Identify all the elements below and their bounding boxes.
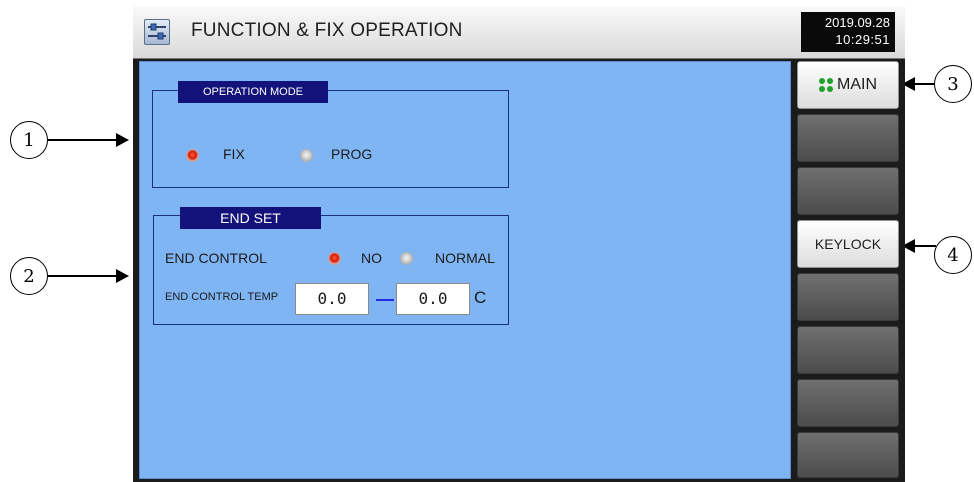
- clock-time: 10:29:51: [835, 32, 890, 47]
- end-control-no-radio[interactable]: [328, 252, 341, 265]
- clock-date: 2019.09.28: [824, 15, 890, 30]
- callout-4-label: 4: [947, 244, 959, 266]
- hmi-screen: FUNCTION & FIX OPERATION 2019.09.28 10:2…: [133, 6, 905, 482]
- callout-4: 4: [934, 236, 972, 274]
- side-button-7[interactable]: [797, 379, 899, 427]
- callout-2: 2: [10, 257, 48, 295]
- operation-mode-group: [152, 90, 509, 188]
- callout-3: 3: [934, 65, 972, 103]
- callout-3-line: [912, 83, 936, 85]
- range-dash: [376, 299, 394, 301]
- callout-2-line: [48, 275, 118, 277]
- keylock-button-label: KEYLOCK: [814, 236, 882, 252]
- callout-4-line: [912, 245, 936, 247]
- end-temp-min-field[interactable]: 0.0: [295, 283, 369, 315]
- end-control-temp-label: END CONTROL TEMP: [165, 291, 279, 303]
- main-button-label: MAIN: [837, 76, 877, 93]
- clock-display: 2019.09.28 10:29:51: [801, 12, 895, 52]
- end-control-no-label[interactable]: NO: [361, 250, 382, 266]
- end-control-normal-radio[interactable]: [400, 252, 413, 265]
- prog-label[interactable]: PROG: [331, 146, 372, 162]
- end-set-title: END SET: [180, 207, 321, 229]
- side-button-8[interactable]: [797, 432, 899, 478]
- page-title: FUNCTION & FIX OPERATION: [191, 20, 463, 41]
- callout-1-line: [48, 139, 118, 141]
- callout-1-label: 1: [23, 129, 35, 151]
- prog-radio[interactable]: [300, 149, 313, 162]
- side-button-3[interactable]: [797, 167, 899, 215]
- end-temp-max-field[interactable]: 0.0: [396, 283, 470, 315]
- end-control-normal-label[interactable]: NORMAL: [435, 250, 495, 266]
- operation-mode-title: OPERATION MODE: [178, 81, 328, 103]
- callout-1-arrow: [116, 133, 129, 147]
- callout-2-arrow: [116, 269, 129, 283]
- keylock-button[interactable]: KEYLOCK: [797, 220, 899, 268]
- end-control-label: END CONTROL: [165, 250, 267, 266]
- side-button-6[interactable]: [797, 326, 899, 374]
- callout-3-label: 3: [947, 73, 959, 95]
- grid-dots-icon: [819, 78, 833, 92]
- fix-label[interactable]: FIX: [223, 146, 245, 162]
- side-button-2[interactable]: [797, 114, 899, 162]
- fix-radio[interactable]: [186, 149, 199, 162]
- callout-1: 1: [10, 121, 48, 159]
- header-bar: FUNCTION & FIX OPERATION 2019.09.28 10:2…: [133, 6, 905, 59]
- temp-unit-label: C: [474, 288, 487, 307]
- side-button-5[interactable]: [797, 273, 899, 321]
- settings-sliders-icon: [144, 19, 170, 45]
- main-button[interactable]: MAIN: [797, 61, 899, 109]
- content-panel: OPERATION MODE FIX PROG END SET END CONT…: [139, 61, 791, 479]
- callout-2-label: 2: [23, 265, 35, 287]
